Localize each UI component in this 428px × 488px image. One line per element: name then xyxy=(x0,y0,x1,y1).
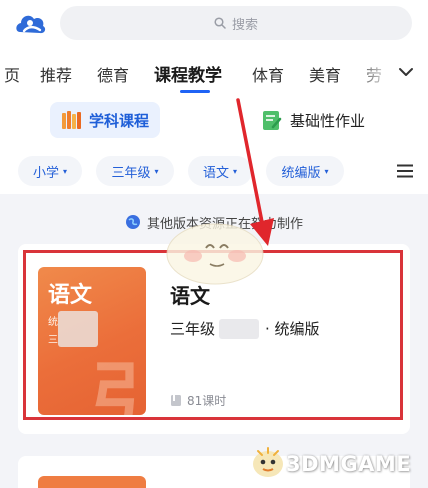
books-icon xyxy=(61,111,81,129)
watermark-logo-icon xyxy=(253,447,283,477)
search-input[interactable]: 搜索 xyxy=(60,6,412,40)
filter-grade-label: 三年级 xyxy=(111,165,151,181)
app-logo-icon[interactable] xyxy=(14,10,48,38)
tab-basic-homework[interactable]: 基础性作业 xyxy=(262,102,365,138)
active-tab-indicator xyxy=(180,90,210,93)
course-type-selector: 学科课程 基础性作业 xyxy=(0,96,428,148)
search-icon xyxy=(214,17,226,29)
tab-subject-courses[interactable]: 学科课程 xyxy=(50,102,160,138)
filter-stage-label: 小学 xyxy=(32,165,59,181)
search-placeholder: 搜索 xyxy=(231,17,258,33)
caret-down-icon: ▾ xyxy=(233,166,238,176)
chevron-down-icon[interactable] xyxy=(398,64,414,80)
filter-grade[interactable]: 三年级 ▾ xyxy=(96,156,174,186)
tab-sports[interactable]: 体育 xyxy=(252,62,284,86)
tab-course-teaching[interactable]: 课程教学 xyxy=(154,61,222,86)
caret-down-icon: ▾ xyxy=(63,166,68,176)
watermark-text: 3DMGAME xyxy=(286,452,412,476)
menu-icon[interactable] xyxy=(396,164,414,178)
caret-down-icon: ▾ xyxy=(324,166,329,176)
top-bar: 搜索 xyxy=(0,0,428,48)
globe-icon xyxy=(125,215,140,229)
next-course-cover xyxy=(38,476,146,488)
filter-subject[interactable]: 语文 ▾ xyxy=(188,156,252,186)
tab-moral-education[interactable]: 德育 xyxy=(97,62,129,86)
mascot-overlay xyxy=(166,223,264,285)
filter-edition[interactable]: 统编版 ▾ xyxy=(266,156,344,186)
subject-courses-label: 学科课程 xyxy=(88,111,149,130)
filter-bar: 小学 ▾ 三年级 ▾ 语文 ▾ 统编版 ▾ xyxy=(0,148,428,194)
basic-homework-label: 基础性作业 xyxy=(290,111,366,130)
filter-subject-label: 语文 xyxy=(202,165,229,181)
filter-stage[interactable]: 小学 ▾ xyxy=(18,156,82,186)
caret-down-icon: ▾ xyxy=(154,166,159,176)
tab-arts[interactable]: 美育 xyxy=(309,62,341,86)
category-tabs: 页 推荐 德育 课程教学 体育 美育 劳 xyxy=(0,48,428,96)
homework-icon xyxy=(263,111,282,130)
tab-previous-partial[interactable]: 页 xyxy=(4,62,20,86)
filter-edition-label: 统编版 xyxy=(281,165,321,181)
tab-recommend[interactable]: 推荐 xyxy=(40,62,72,86)
